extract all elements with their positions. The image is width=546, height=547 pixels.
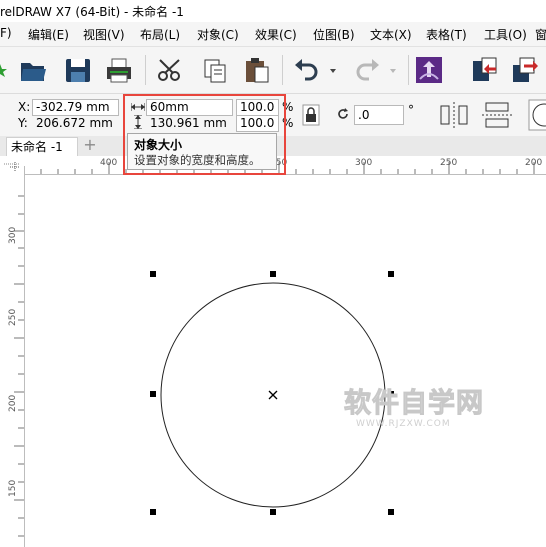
selection-handle-top-right[interactable]: [388, 271, 394, 277]
dropdown-arrow-icon[interactable]: [326, 55, 340, 85]
toolbar-separator: [282, 55, 283, 85]
cut-icon[interactable]: [155, 55, 185, 85]
selection-handle-top[interactable]: [270, 271, 276, 277]
menu-effects[interactable]: 效果(C): [255, 26, 297, 43]
h-ruler-label: 400: [100, 158, 118, 168]
lock-ratio-icon[interactable]: [302, 104, 320, 126]
x-label: X:: [18, 100, 31, 114]
menu-object[interactable]: 对象(C): [197, 26, 239, 43]
v-ruler-label: 300: [8, 226, 18, 244]
mirror-horizontal-icon[interactable]: [437, 100, 471, 130]
y-position-field[interactable]: 206.672 mm: [32, 115, 119, 132]
toolbar-separator: [408, 55, 409, 85]
menu-edit[interactable]: 编辑(E): [28, 26, 69, 43]
toolbar-separator: [145, 55, 146, 85]
ellipse-tool-icon[interactable]: [528, 99, 546, 131]
undo-icon[interactable]: [292, 55, 322, 85]
tab-document[interactable]: 未命名 -1: [6, 137, 78, 156]
corel-connect-icon[interactable]: [414, 55, 444, 85]
window-title: relDRAW X7 (64-Bit) - 未命名 -1: [0, 5, 184, 19]
standard-toolbar: [0, 47, 546, 94]
ruler-origin-icon[interactable]: [8, 160, 22, 174]
x-position-field[interactable]: -302.79 mm: [32, 99, 119, 116]
save-icon[interactable]: [63, 55, 93, 85]
drawing-canvas[interactable]: [25, 175, 546, 547]
watermark: 软件自学网 WWW.RJZXW.COM: [342, 384, 492, 430]
copy-icon[interactable]: [200, 55, 230, 85]
redo-icon[interactable]: [352, 55, 382, 85]
menu-text[interactable]: 文本(X): [370, 26, 412, 43]
watermark-text: 软件自学网: [344, 387, 484, 419]
print-icon[interactable]: [104, 55, 134, 85]
menu-bitmap[interactable]: 位图(B): [313, 26, 355, 43]
menu-file[interactable]: F): [0, 26, 12, 40]
dropdown-arrow-icon[interactable]: [386, 55, 400, 85]
vertical-ruler[interactable]: 300 250 200 150: [0, 156, 25, 547]
menu-layout[interactable]: 布局(L): [140, 26, 180, 43]
selection-handle-bottom-left[interactable]: [150, 509, 156, 515]
menu-table[interactable]: 表格(T): [426, 26, 467, 43]
open-folder-icon[interactable]: [18, 55, 48, 85]
menu-view[interactable]: 视图(V): [83, 26, 125, 43]
add-tab-button[interactable]: +: [82, 137, 98, 154]
import-icon[interactable]: [470, 55, 500, 85]
rotation-angle-field[interactable]: .0: [354, 105, 404, 125]
h-ruler-label: 200: [525, 158, 543, 168]
v-ruler-label: 200: [8, 394, 18, 412]
h-ruler-label: 300: [355, 158, 373, 168]
menu-window[interactable]: 窗: [535, 26, 546, 43]
y-label: Y:: [18, 116, 28, 130]
export-icon[interactable]: [510, 55, 540, 85]
title-bar: relDRAW X7 (64-Bit) - 未命名 -1: [0, 0, 546, 22]
rotate-icon: [338, 108, 348, 119]
highlight-box: [123, 94, 286, 175]
menu-tools[interactable]: 工具(O): [484, 26, 527, 43]
v-ruler-label: 250: [8, 308, 18, 326]
h-ruler-label: 250: [440, 158, 458, 168]
paste-icon[interactable]: [242, 55, 272, 85]
selection-handle-left[interactable]: [150, 391, 156, 397]
degree-label: °: [408, 103, 414, 117]
watermark-subtext: WWW.RJZXW.COM: [356, 419, 451, 429]
menu-bar: F) 编辑(E) 视图(V) 布局(L) 对象(C) 效果(C) 位图(B) 文…: [0, 22, 546, 47]
mirror-vertical-icon[interactable]: [480, 100, 514, 130]
v-ruler-label: 150: [8, 479, 18, 497]
selection-handle-bottom-right[interactable]: [388, 509, 394, 515]
watermark-svg: 软件自学网 WWW.RJZXW.COM: [344, 387, 484, 430]
star-icon[interactable]: [0, 55, 8, 85]
selection-handle-top-left[interactable]: [150, 271, 156, 277]
canvas-svg: [160, 282, 386, 508]
selection-handle-bottom[interactable]: [270, 509, 276, 515]
